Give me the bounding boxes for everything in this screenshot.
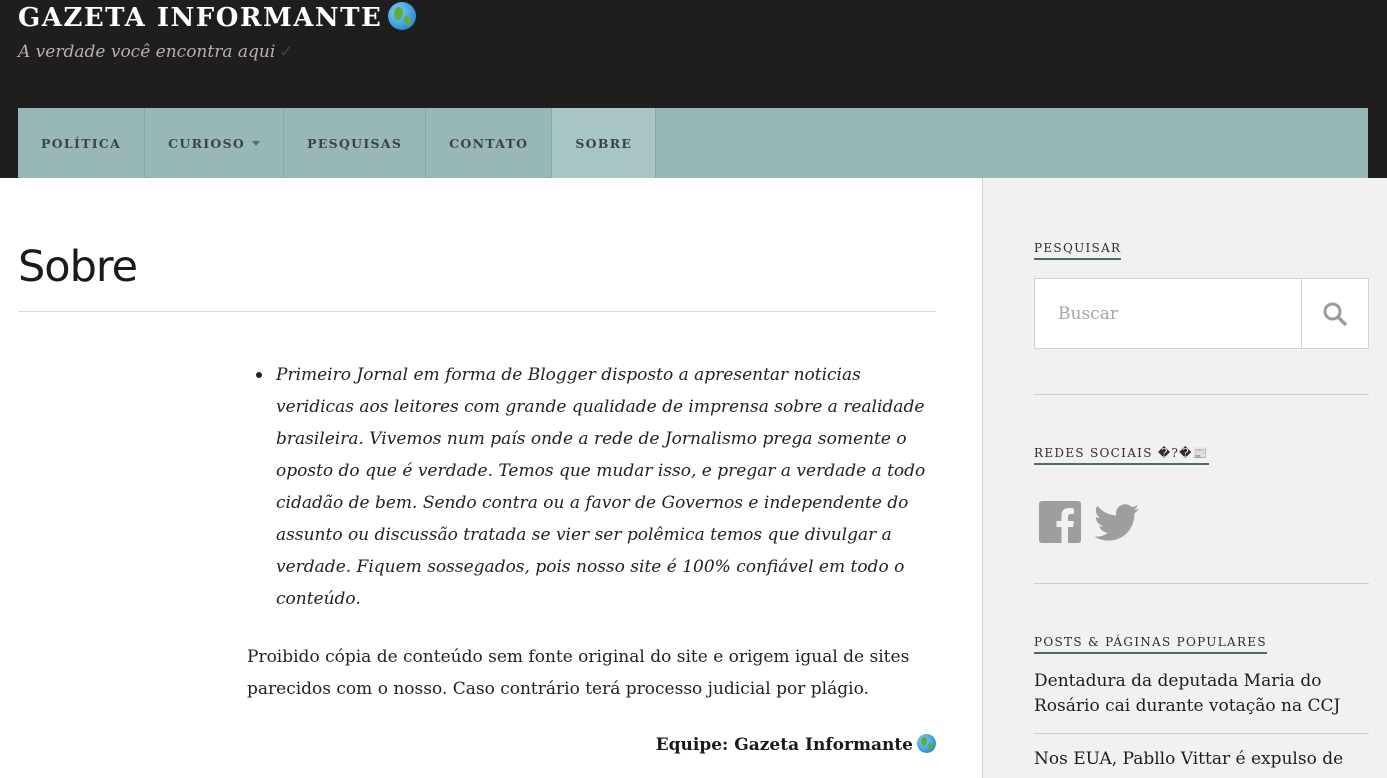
search-widget-title: PESQUISAR [1034,241,1122,260]
nav-item-pesquisas[interactable]: PESQUISAS [284,108,427,178]
nav-item-label: CONTATO [449,135,529,151]
list-divider [1034,733,1369,734]
page-title: Sobre [18,242,138,292]
bullet-icon [256,372,262,378]
search-input[interactable] [1035,279,1301,348]
about-text: Primeiro Jornal em forma de Blogger disp… [276,365,926,609]
site-header: GAZETA INFORMANTE A verdade você encontr… [0,0,1387,178]
nav-item-politica[interactable]: POLÍTICA [18,108,146,178]
nav-item-sobre[interactable]: SOBRE [552,108,657,178]
widget-divider [1034,394,1369,395]
nav-item-label: PESQUISAS [307,135,403,151]
title-divider [18,311,936,312]
copyright-notice: Proibido cópia de conteúdo sem fonte ori… [247,647,910,699]
site-title[interactable]: GAZETA INFORMANTE [18,2,417,33]
about-list-item: Primeiro Jornal em forma de Blogger disp… [256,359,936,615]
nav-item-curioso[interactable]: CURIOSO [145,108,285,178]
nav-item-label: POLÍTICA [41,135,122,151]
widget-divider [1034,583,1369,584]
search-form [1034,278,1369,349]
signature: Equipe: Gazeta Informante [656,734,936,755]
checkmark-icon: ✓ [279,42,294,62]
dropdown-caret-icon [252,140,261,146]
globe-icon [388,2,417,30]
search-button[interactable] [1301,279,1368,348]
social-widget-title: REDES SOCIAIS �?�📰 [1034,446,1210,465]
search-icon [1323,302,1347,326]
sidebar: PESQUISAR REDES SOCIAIS �?�📰 POSTS & PÁG… [982,178,1387,778]
globe-icon [917,734,936,753]
facebook-icon[interactable] [1039,501,1081,543]
main-navigation: POLÍTICA CURIOSO PESQUISAS CONTATO SOBRE [18,108,1368,178]
popular-post-link[interactable]: Nos EUA, Pabllo Vittar é expulso de [1034,747,1369,772]
signature-text: Equipe: Gazeta Informante [655,735,913,755]
social-links [1039,501,1140,543]
site-tagline-text: A verdade você encontra aqui [18,42,276,62]
twitter-icon[interactable] [1094,501,1140,543]
nav-item-contato[interactable]: CONTATO [426,108,553,178]
popular-post-link[interactable]: Dentadura da deputada Maria do Rosário c… [1034,669,1369,719]
popular-widget-title: POSTS & PÁGINAS POPULARES [1034,635,1267,654]
about-list: Primeiro Jornal em forma de Blogger disp… [256,359,936,615]
nav-item-label: CURIOSO [168,135,246,151]
site-title-text[interactable]: GAZETA INFORMANTE [18,3,382,33]
main-content: Sobre Primeiro Jornal em forma de Blogge… [0,178,982,778]
site-tagline: A verdade você encontra aqui ✓ [18,42,294,62]
nav-item-label: SOBRE [575,135,633,151]
